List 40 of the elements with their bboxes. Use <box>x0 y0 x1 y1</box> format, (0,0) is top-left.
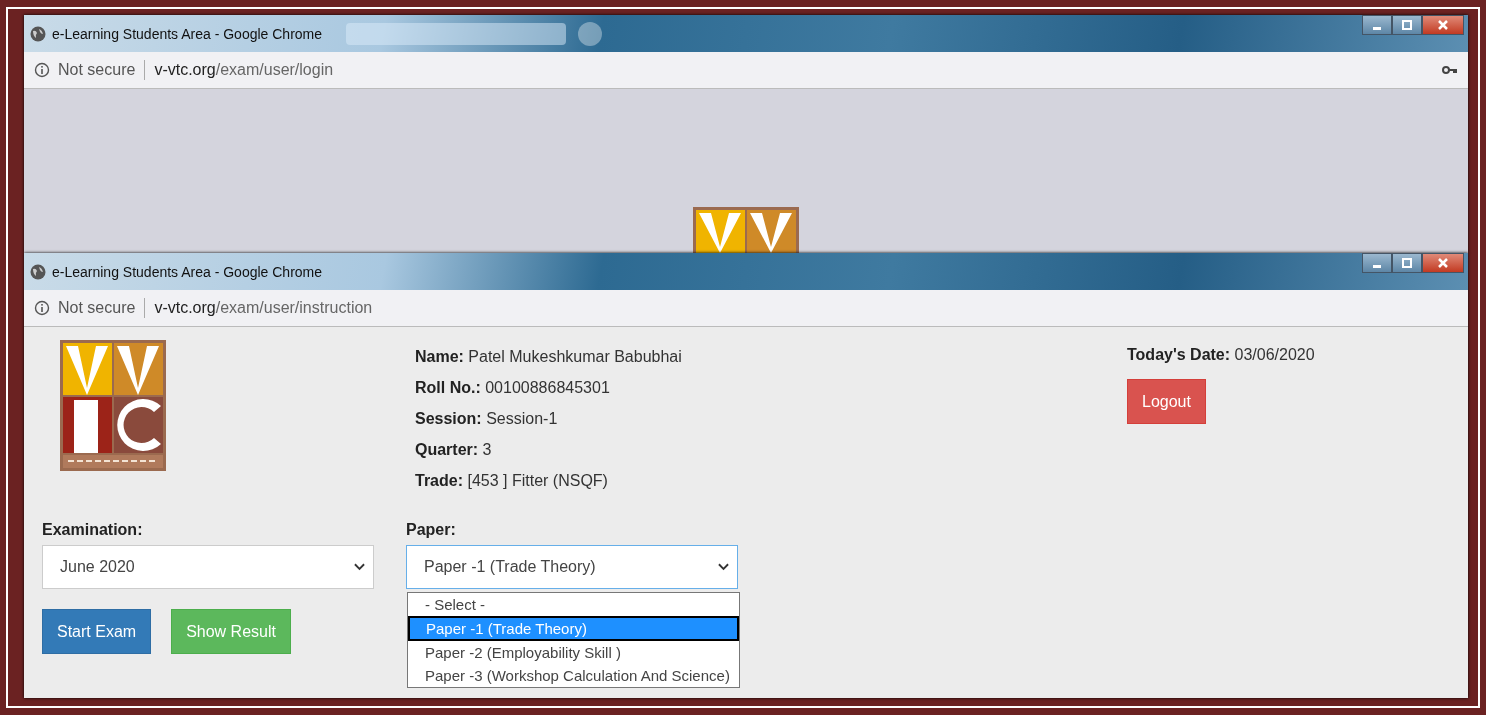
dropdown-option[interactable]: - Select - <box>408 593 739 616</box>
dropdown-option[interactable]: Paper -2 (Employability Skill ) <box>408 641 739 664</box>
minimize-button[interactable] <box>1362 253 1392 273</box>
close-button[interactable] <box>1422 15 1464 35</box>
examination-select[interactable]: June 2020 <box>42 545 374 589</box>
info-icon[interactable] <box>34 300 50 316</box>
profile-field: Roll No.: 00100886845301 <box>415 377 1127 398</box>
window-title: e-Learning Students Area - Google Chrome <box>52 263 323 280</box>
key-icon[interactable] <box>1442 65 1458 75</box>
close-button[interactable] <box>1422 253 1464 273</box>
url-text[interactable]: v-vtc.org/exam/user/instruction <box>154 299 373 317</box>
window-title: e-Learning Students Area - Google Chrome <box>52 25 323 42</box>
maximize-icon <box>1401 257 1413 269</box>
maximize-icon <box>1401 19 1413 31</box>
url-text[interactable]: v-vtc.org/exam/user/login <box>154 61 334 79</box>
start-exam-button[interactable]: Start Exam <box>42 609 152 654</box>
globe-icon <box>30 263 46 280</box>
dropdown-option[interactable]: Paper -3 (Workshop Calculation And Science) <box>408 664 739 687</box>
profile-field: Session: Session-1 <box>415 408 1127 429</box>
logout-button[interactable]: Logout <box>1127 379 1206 424</box>
chevron-down-icon <box>354 563 365 571</box>
profile-field: Quarter: 3 <box>415 439 1127 460</box>
field-label: Examination: <box>42 521 144 539</box>
field-label: Paper: <box>406 521 457 539</box>
minimize-icon <box>1373 26 1381 30</box>
close-icon <box>1437 257 1449 269</box>
minimize-icon <box>1373 264 1381 268</box>
maximize-button[interactable] <box>1392 15 1422 35</box>
profile-field: Trade: [453 ] Fitter (NSQF) <box>415 470 1127 491</box>
profile-field: Name: Patel Mukeshkumar Babubhai <box>415 346 1127 367</box>
date-field: Today's Date: 03/06/2020 <box>1127 344 1315 365</box>
paper-select[interactable]: Paper -1 (Trade Theory) <box>406 545 738 589</box>
minimize-button[interactable] <box>1362 15 1392 35</box>
maximize-button[interactable] <box>1392 253 1422 273</box>
close-icon <box>1437 19 1449 31</box>
globe-icon <box>30 25 46 42</box>
info-icon[interactable] <box>34 62 50 78</box>
chevron-down-icon <box>718 563 729 571</box>
security-label[interactable]: Not secure <box>58 61 136 79</box>
security-label[interactable]: Not secure <box>58 299 136 317</box>
